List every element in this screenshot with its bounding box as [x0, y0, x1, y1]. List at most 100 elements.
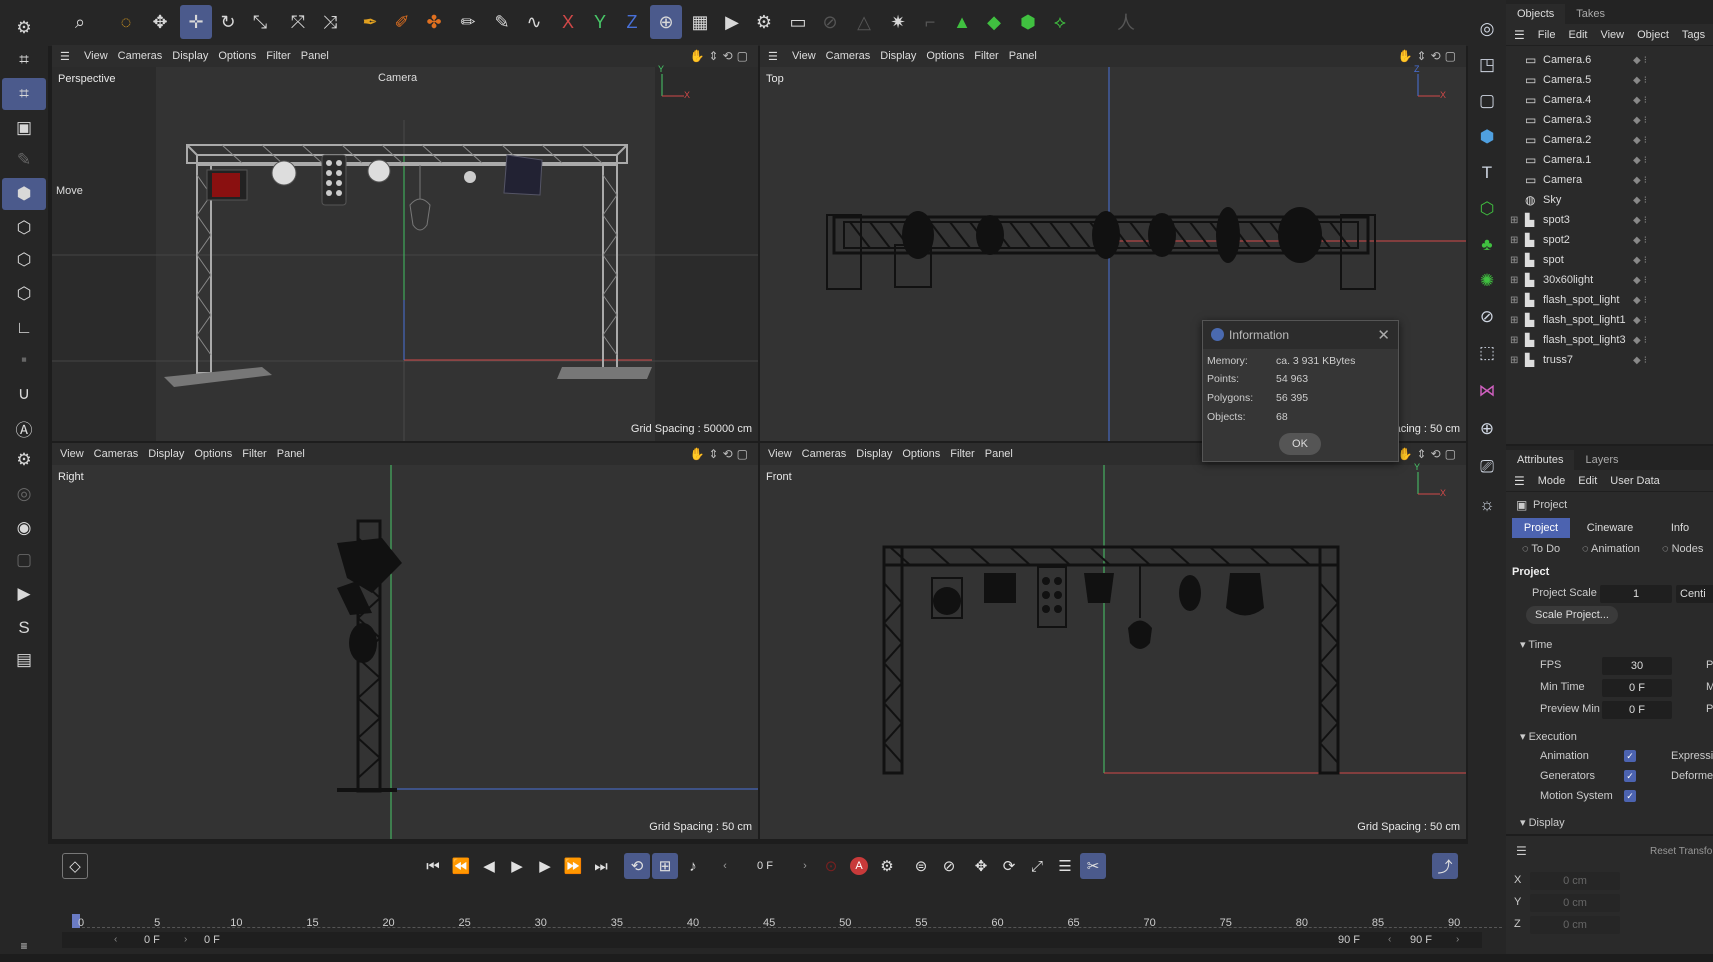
expand-icon[interactable]: ⊞	[1510, 215, 1518, 226]
min-time-field[interactable]: 0 F	[1602, 679, 1672, 697]
rig-icon[interactable]: ⟡	[1044, 5, 1076, 39]
texture-icon[interactable]: ▣	[2, 112, 46, 144]
menu-icon[interactable]: ☰	[1514, 474, 1525, 488]
field-icon[interactable]: ⬚	[1472, 338, 1502, 368]
warning-icon[interactable]: △	[848, 5, 880, 39]
light-icon[interactable]: ☼	[1472, 490, 1502, 520]
menu-icon[interactable]: ☰	[1514, 28, 1525, 42]
key-scale-icon[interactable]: ⤢	[1024, 853, 1050, 879]
object-row[interactable]: ◍ Sky ◆⁝	[1506, 190, 1713, 210]
crop-active-icon[interactable]: ⌗	[2, 78, 46, 110]
menu-edit[interactable]: Edit	[1569, 29, 1588, 41]
model-mode-icon[interactable]: ⬢	[2, 178, 46, 210]
sketch-icon[interactable]: ∿	[518, 5, 550, 39]
execution-section[interactable]: ▾ Execution	[1520, 730, 1577, 743]
fps-field[interactable]: 30	[1602, 657, 1672, 675]
object-row[interactable]: ▭ Camera.3 ◆⁝	[1506, 110, 1713, 130]
object-row[interactable]: ⊞ ▙ spot3 ◆⁝	[1506, 210, 1713, 230]
menu-file[interactable]: File	[1538, 29, 1556, 41]
range-end[interactable]: 90 F	[1338, 934, 1360, 946]
paint-icon[interactable]: ✏	[452, 5, 484, 39]
menu-user-data[interactable]: User Data	[1610, 475, 1660, 487]
play-icon[interactable]: ▶	[504, 853, 530, 879]
prev-frame-icon[interactable]: ◀	[476, 853, 502, 879]
range-right-arrow[interactable]: ›	[184, 934, 187, 945]
circle-icon[interactable]: ◎	[2, 478, 46, 510]
search-icon[interactable]: ⌕	[64, 5, 96, 39]
object-row[interactable]: ⊞ ▙ spot2 ◆⁝	[1506, 230, 1713, 250]
object-row[interactable]: ▭ Camera.4 ◆⁝	[1506, 90, 1713, 110]
frame-icon[interactable]: ▢	[2, 544, 46, 576]
link-icon[interactable]: ⊘	[814, 5, 846, 39]
coord-y-field[interactable]: 0 cm	[1530, 894, 1620, 912]
menu-tags[interactable]: Tags	[1682, 29, 1705, 41]
loop-icon[interactable]: ⟲	[624, 853, 650, 879]
render-queue-icon[interactable]: ▭	[782, 5, 814, 39]
display-section[interactable]: ▾ Display	[1520, 816, 1565, 829]
render-view-icon[interactable]: ▶	[2, 578, 46, 610]
range-start[interactable]: 0 F	[204, 934, 220, 946]
motion-system-checkbox[interactable]: ✓	[1624, 790, 1636, 802]
tab-info[interactable]: Info	[1650, 518, 1710, 538]
coord-system-icon[interactable]: ⊕	[650, 5, 682, 39]
subdivision-icon[interactable]: ⬡	[1472, 194, 1502, 224]
effector-icon[interactable]: ✺	[1472, 266, 1502, 296]
time-section[interactable]: ▾ Time	[1520, 638, 1552, 651]
visibility-dots-icon[interactable]: ◆⁝	[1633, 355, 1650, 366]
menu-object[interactable]: Object	[1637, 29, 1669, 41]
text-icon[interactable]: T	[1472, 158, 1502, 188]
brush-icon[interactable]: ✎	[2, 144, 46, 176]
points-mode-icon[interactable]: ⬡	[2, 278, 46, 310]
record-mode-icon[interactable]: ⊞	[652, 853, 678, 879]
visibility-dots-icon[interactable]: ◆⁝	[1633, 75, 1650, 86]
expand-icon[interactable]: ⊞	[1510, 315, 1518, 326]
viewport-front[interactable]: View Cameras Display Options Filter Pane…	[760, 443, 1466, 839]
axis-icon[interactable]: ∟	[2, 312, 46, 344]
polygon-mode-icon[interactable]: ⬡	[2, 244, 46, 276]
visibility-dots-icon[interactable]: ◆⁝	[1633, 155, 1650, 166]
object-row[interactable]: ⊞ ▙ flash_spot_light ◆⁝	[1506, 290, 1713, 310]
timeline-ruler[interactable]	[72, 920, 1502, 928]
keyframe-selection-icon[interactable]: ⊜	[908, 853, 934, 879]
visibility-dots-icon[interactable]: ◆⁝	[1633, 235, 1650, 246]
menu-edit[interactable]: Edit	[1578, 475, 1597, 487]
visibility-dots-icon[interactable]: ◆⁝	[1633, 115, 1650, 126]
preview-min-field[interactable]: 0 F	[1602, 701, 1672, 719]
folder-icon[interactable]: ▤	[2, 644, 46, 676]
cube-green-icon[interactable]: ◆	[978, 5, 1010, 39]
transform2-icon[interactable]: ⤨	[314, 5, 346, 39]
object-mode-icon[interactable]: ⬡	[2, 212, 46, 244]
object-row[interactable]: ⊞ ▙ truss7 ◆⁝	[1506, 350, 1713, 370]
visibility-dots-icon[interactable]: ◆⁝	[1633, 55, 1650, 66]
scale-tool-icon[interactable]: ⤡	[244, 5, 276, 39]
frame-prev-arrow[interactable]: ‹	[712, 853, 738, 879]
tab-layers[interactable]: Layers	[1574, 450, 1629, 470]
object-row[interactable]: ⊞ ▙ flash_spot_light3 ◆⁝	[1506, 330, 1713, 350]
tab-cineware[interactable]: Cineware	[1574, 518, 1646, 538]
frame-next-arrow[interactable]: ›	[792, 853, 818, 879]
tab-takes[interactable]: Takes	[1565, 4, 1616, 24]
menu-mode[interactable]: Mode	[1538, 475, 1566, 487]
visibility-dots-icon[interactable]: ◆⁝	[1633, 215, 1650, 226]
rotate-tool-icon[interactable]: ↻	[212, 5, 244, 39]
visibility-dots-icon[interactable]: ◆⁝	[1633, 335, 1650, 346]
end-frame[interactable]: 90 F	[1410, 934, 1432, 946]
object-row[interactable]: ▭ Camera ◆⁝	[1506, 170, 1713, 190]
cube-outline-icon[interactable]: ⬢	[1012, 5, 1044, 39]
next-frame-icon[interactable]: ▶	[532, 853, 558, 879]
cloner-icon[interactable]: ♣	[1472, 230, 1502, 260]
select-tool-icon[interactable]: ✥	[144, 5, 176, 39]
go-to-start-icon[interactable]: ⏮	[420, 853, 446, 879]
reset-transform-button[interactable]: Reset Transfo	[1650, 846, 1712, 857]
object-row[interactable]: ▭ Camera.1 ◆⁝	[1506, 150, 1713, 170]
deformer-icon[interactable]: ⊘	[1472, 302, 1502, 332]
transform-icon[interactable]: ⤧	[282, 5, 314, 39]
eye-icon[interactable]: ◉	[2, 512, 46, 544]
visibility-dots-icon[interactable]: ◆⁝	[1633, 195, 1650, 206]
next-key-icon[interactable]: ⏩	[560, 853, 586, 879]
autokey-icon[interactable]: A	[846, 853, 872, 879]
menu-icon[interactable]: ☰	[1516, 844, 1527, 858]
plane-icon[interactable]: ▢	[1472, 86, 1502, 116]
globe-icon[interactable]: ⊕	[1472, 414, 1502, 444]
triangle-icon[interactable]: ▲	[946, 5, 978, 39]
